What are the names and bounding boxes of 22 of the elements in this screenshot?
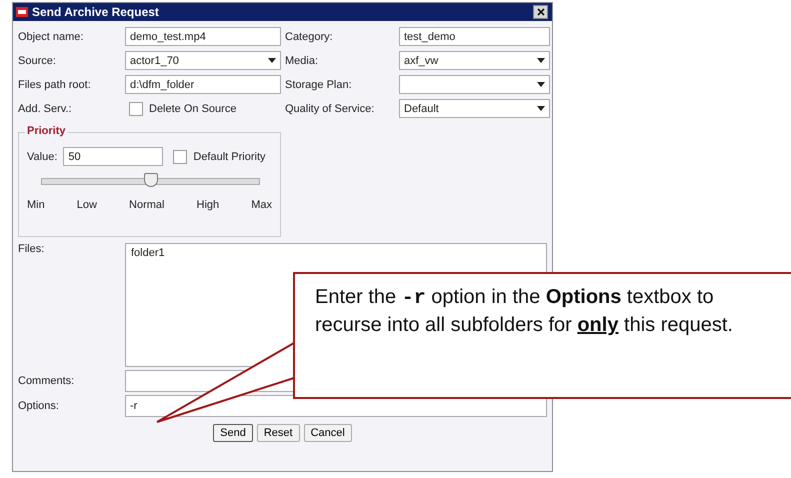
checkbox-label: Delete On Source — [149, 102, 236, 114]
window-title: Send Archive Request — [32, 5, 160, 19]
field-label: Files: — [18, 243, 46, 255]
field-label: Category: — [285, 30, 334, 42]
field-label: Options: — [18, 400, 60, 412]
field-label: Comments: — [18, 375, 76, 387]
field-label: Add. Serv.: — [18, 102, 73, 114]
field-label: Source: — [18, 54, 57, 66]
field-label: Object name: — [18, 30, 84, 42]
tick-label: High — [196, 199, 220, 211]
group-title: Priority — [25, 125, 68, 137]
tick-label: Min — [27, 199, 45, 211]
tick-label: Low — [76, 199, 97, 211]
tick-label: Normal — [129, 199, 164, 211]
field-label: Storage Plan: — [285, 78, 353, 90]
field-label: Quality of Service: — [285, 102, 376, 114]
callout-text: Enter the -r option in the Options textbox to recurse into all subfolders for only this request. — [315, 285, 734, 338]
checkbox-label: Default Priority — [193, 150, 266, 162]
tick-label: Max — [251, 199, 272, 211]
field-label: Media: — [285, 54, 320, 66]
field-label: Value: — [27, 150, 58, 162]
field-label: Files path root: — [18, 78, 92, 90]
